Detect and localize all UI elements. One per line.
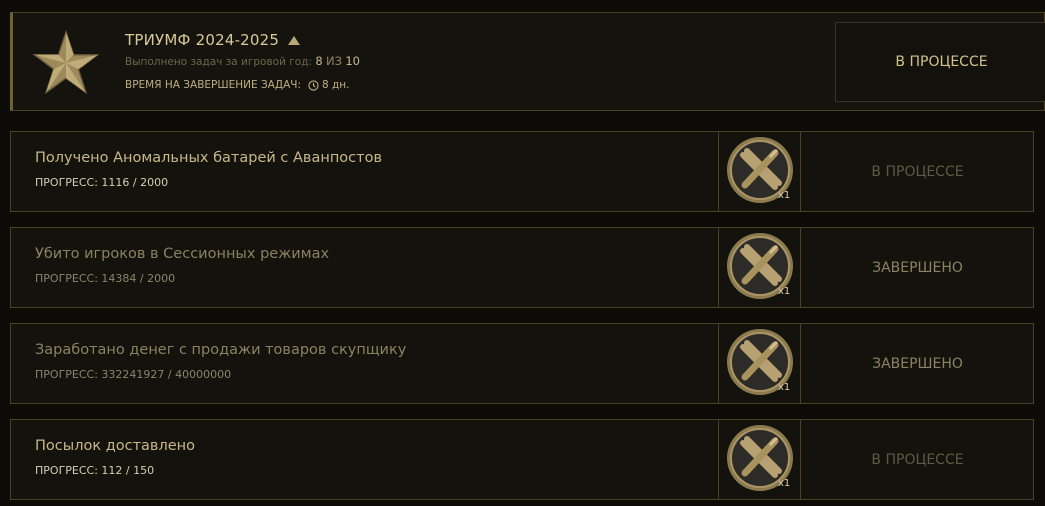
header-title-row: ТРИУМФ 2024-2025	[125, 31, 301, 49]
time-remaining-label: ВРЕМЯ НА ЗАВЕРШЕНИЕ ЗАДАЧ:	[125, 79, 301, 91]
task-row[interactable]: Посылок доставлено ПРОГРЕСС: 112 / 150 x…	[10, 419, 1034, 500]
reward-quantity: x1	[778, 286, 791, 297]
time-remaining-value: 8 дн.	[321, 79, 350, 91]
task-progress: ПРОГРЕСС: 112 / 150	[35, 464, 155, 477]
header-title: ТРИУМФ 2024-2025	[125, 31, 280, 49]
tasks-completed-label: Выполнено задач за игровой год:	[125, 56, 312, 68]
task-reward[interactable]: x1	[718, 131, 801, 212]
header-status-badge: В ПРОЦЕССЕ	[835, 22, 1045, 102]
star-emblem-icon	[32, 30, 100, 95]
task-row[interactable]: Получено Аномальных батарей с Аванпостов…	[10, 131, 1034, 212]
triumph-header-panel: ТРИУМФ 2024-2025 Выполнено задач за игро…	[10, 12, 1045, 111]
task-progress: ПРОГРЕСС: 14384 / 2000	[35, 272, 176, 285]
task-reward[interactable]: x1	[718, 323, 801, 404]
reward-quantity: x1	[778, 478, 791, 489]
task-progress: ПРОГРЕСС: 332241927 / 40000000	[35, 368, 232, 381]
task-status: ЗАВЕРШЕНО	[872, 355, 963, 372]
task-name: Заработано денег с продажи товаров скупщ…	[35, 342, 407, 358]
tasks-done-count: 8	[315, 54, 323, 68]
task-reward[interactable]: x1	[718, 227, 801, 308]
task-row[interactable]: Заработано денег с продажи товаров скупщ…	[10, 323, 1034, 404]
task-status: В ПРОЦЕССЕ	[871, 451, 964, 468]
caret-up-icon[interactable]	[288, 35, 301, 45]
task-name: Получено Аномальных батарей с Аванпостов	[35, 150, 383, 166]
task-status: В ПРОЦЕССЕ	[871, 163, 964, 180]
tasks-of-label: ИЗ	[326, 54, 342, 68]
tasks-total-count: 10	[345, 54, 360, 68]
task-progress: ПРОГРЕСС: 1116 / 2000	[35, 176, 169, 189]
task-name: Посылок доставлено	[35, 438, 195, 454]
clock-icon	[308, 79, 319, 91]
reward-quantity: x1	[778, 190, 791, 201]
task-row[interactable]: Убито игроков в Сессионных режимах ПРОГР…	[10, 227, 1034, 308]
task-name: Убито игроков в Сессионных режимах	[35, 246, 330, 262]
task-reward[interactable]: x1	[718, 419, 801, 500]
time-remaining: ВРЕМЯ НА ЗАВЕРШЕНИЕ ЗАДАЧ: 8 дн.	[125, 79, 349, 91]
reward-quantity: x1	[778, 382, 791, 393]
tasks-completed-summary: Выполнено задач за игровой год: 8 ИЗ 10	[125, 54, 360, 68]
task-status: ЗАВЕРШЕНО	[872, 259, 963, 276]
